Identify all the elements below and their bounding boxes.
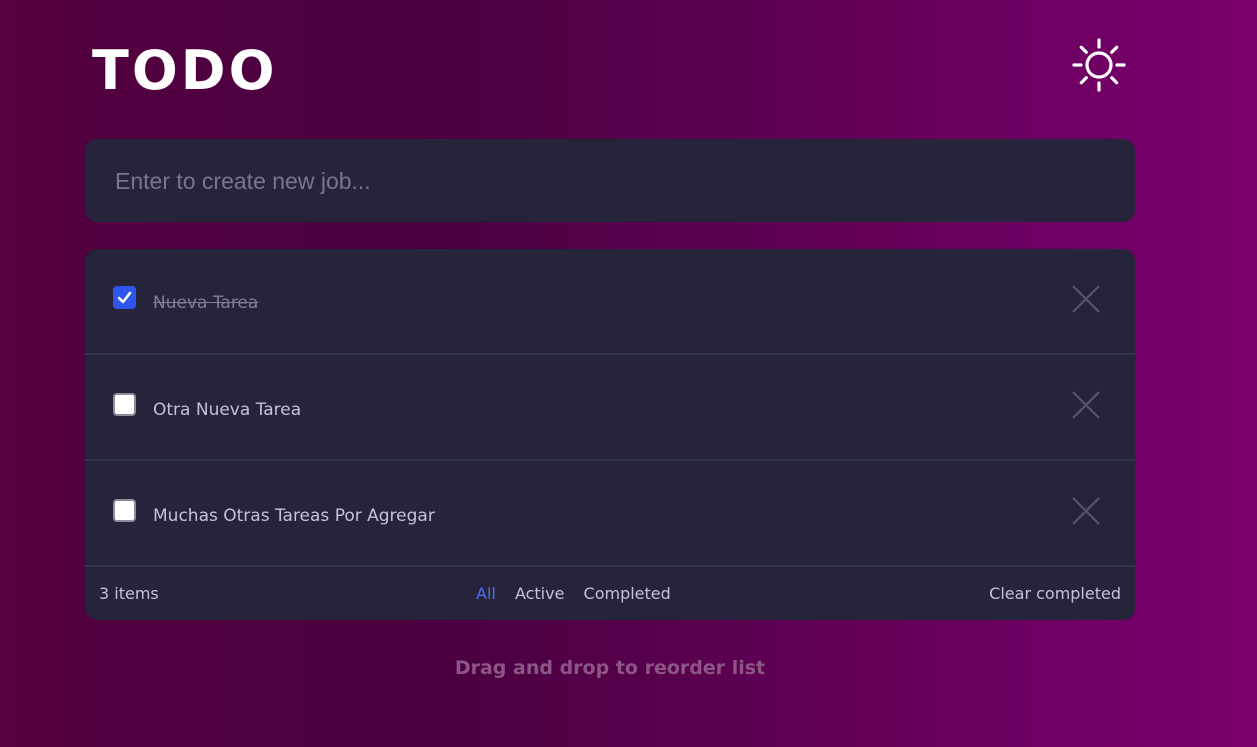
todo-checkbox[interactable]	[113, 393, 136, 416]
filter-all[interactable]: All	[476, 584, 496, 603]
app-title: TODO	[92, 39, 278, 102]
checkmark-icon	[117, 291, 132, 304]
todo-item-label: Nueva Tarea	[153, 293, 259, 313]
close-icon	[1072, 391, 1100, 419]
sun-icon	[1072, 38, 1126, 92]
new-job-input[interactable]	[113, 139, 1107, 224]
todo-checkbox-checked[interactable]	[113, 286, 136, 309]
reorder-hint: Drag and drop to reorder list	[454, 657, 766, 679]
todo-list: Nueva Tarea Otra Nueva Tarea Muchas Otra…	[85, 249, 1135, 620]
delete-todo-button[interactable]	[1070, 283, 1102, 315]
todo-item-label: Muchas Otras Tareas Por Agregar	[153, 506, 435, 526]
close-icon	[1072, 285, 1100, 313]
todo-checkbox[interactable]	[113, 499, 136, 522]
todo-footer: 3 items All Active Completed Clear compl…	[85, 567, 1135, 620]
filter-completed[interactable]: Completed	[584, 584, 671, 603]
clear-completed-button[interactable]: Clear completed	[989, 584, 1121, 603]
filter-group: All Active Completed	[476, 584, 685, 603]
close-icon	[1072, 497, 1100, 525]
todo-item[interactable]: Otra Nueva Tarea	[85, 355, 1135, 461]
items-count: 3 items	[99, 584, 159, 603]
theme-toggle-button[interactable]	[1070, 36, 1128, 94]
new-job-box	[85, 139, 1135, 224]
todo-item-label: Otra Nueva Tarea	[153, 400, 302, 420]
filter-active[interactable]: Active	[515, 584, 565, 603]
todo-item[interactable]: Muchas Otras Tareas Por Agregar	[85, 461, 1135, 567]
delete-todo-button[interactable]	[1070, 495, 1102, 527]
todo-item[interactable]: Nueva Tarea	[85, 249, 1135, 355]
delete-todo-button[interactable]	[1070, 389, 1102, 421]
